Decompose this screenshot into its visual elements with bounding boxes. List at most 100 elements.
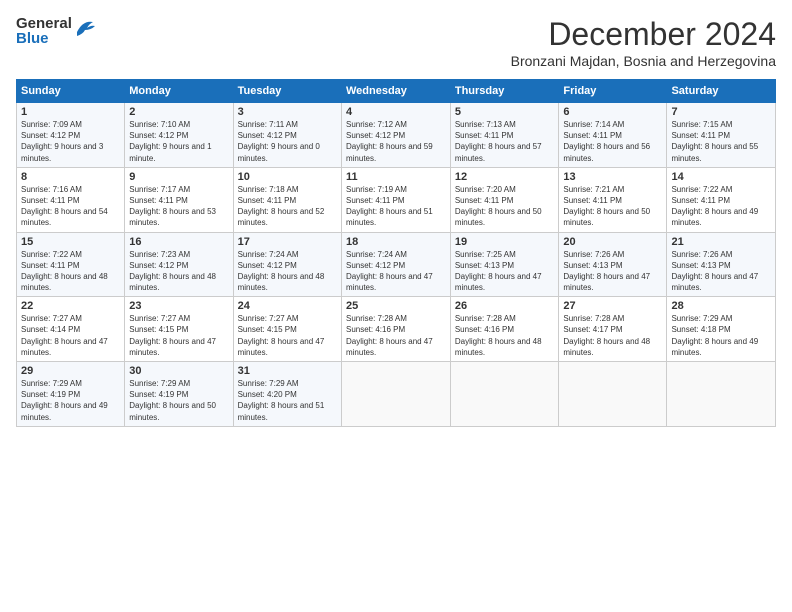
day-number: 30 — [129, 365, 228, 377]
day-info: Sunrise: 7:23 AMSunset: 4:12 PMDaylight:… — [129, 249, 228, 294]
day-number: 12 — [455, 171, 555, 183]
calendar-cell — [559, 362, 667, 427]
day-number: 17 — [238, 236, 337, 248]
day-info: Sunrise: 7:13 AMSunset: 4:11 PMDaylight:… — [455, 119, 555, 164]
calendar-cell: 30Sunrise: 7:29 AMSunset: 4:19 PMDayligh… — [125, 362, 233, 427]
calendar-cell: 16Sunrise: 7:23 AMSunset: 4:12 PMDayligh… — [125, 232, 233, 297]
day-number: 18 — [346, 236, 446, 248]
day-number: 10 — [238, 171, 337, 183]
logo-text: General Blue — [16, 16, 72, 46]
calendar-cell: 25Sunrise: 7:28 AMSunset: 4:16 PMDayligh… — [341, 297, 450, 362]
calendar-cell: 24Sunrise: 7:27 AMSunset: 4:15 PMDayligh… — [233, 297, 341, 362]
calendar-cell: 4Sunrise: 7:12 AMSunset: 4:12 PMDaylight… — [341, 103, 450, 168]
header-day-thursday: Thursday — [450, 80, 559, 103]
week-row-1: 1Sunrise: 7:09 AMSunset: 4:12 PMDaylight… — [17, 103, 776, 168]
day-number: 8 — [21, 171, 120, 183]
day-number: 29 — [21, 365, 120, 377]
day-number: 21 — [671, 236, 771, 248]
day-number: 2 — [129, 106, 228, 118]
calendar-cell: 20Sunrise: 7:26 AMSunset: 4:13 PMDayligh… — [559, 232, 667, 297]
logo-bird-icon — [75, 18, 97, 36]
day-info: Sunrise: 7:28 AMSunset: 4:16 PMDaylight:… — [346, 313, 446, 358]
day-info: Sunrise: 7:09 AMSunset: 4:12 PMDaylight:… — [21, 119, 120, 164]
calendar-cell: 18Sunrise: 7:24 AMSunset: 4:12 PMDayligh… — [341, 232, 450, 297]
day-info: Sunrise: 7:29 AMSunset: 4:19 PMDaylight:… — [129, 378, 228, 423]
calendar-cell: 22Sunrise: 7:27 AMSunset: 4:14 PMDayligh… — [17, 297, 125, 362]
calendar-cell: 27Sunrise: 7:28 AMSunset: 4:17 PMDayligh… — [559, 297, 667, 362]
day-info: Sunrise: 7:28 AMSunset: 4:16 PMDaylight:… — [455, 313, 555, 358]
calendar-cell: 6Sunrise: 7:14 AMSunset: 4:11 PMDaylight… — [559, 103, 667, 168]
day-number: 31 — [238, 365, 337, 377]
week-row-4: 22Sunrise: 7:27 AMSunset: 4:14 PMDayligh… — [17, 297, 776, 362]
day-info: Sunrise: 7:26 AMSunset: 4:13 PMDaylight:… — [671, 249, 771, 294]
header-day-monday: Monday — [125, 80, 233, 103]
week-row-2: 8Sunrise: 7:16 AMSunset: 4:11 PMDaylight… — [17, 167, 776, 232]
calendar-cell: 14Sunrise: 7:22 AMSunset: 4:11 PMDayligh… — [667, 167, 776, 232]
day-info: Sunrise: 7:29 AMSunset: 4:20 PMDaylight:… — [238, 378, 337, 423]
calendar-page: General Blue December 2024 Bronzani Majd… — [0, 0, 792, 612]
logo-general: General — [16, 16, 72, 31]
calendar-cell — [450, 362, 559, 427]
day-info: Sunrise: 7:17 AMSunset: 4:11 PMDaylight:… — [129, 184, 228, 229]
day-info: Sunrise: 7:18 AMSunset: 4:11 PMDaylight:… — [238, 184, 337, 229]
day-info: Sunrise: 7:28 AMSunset: 4:17 PMDaylight:… — [563, 313, 662, 358]
day-number: 6 — [563, 106, 662, 118]
day-info: Sunrise: 7:20 AMSunset: 4:11 PMDaylight:… — [455, 184, 555, 229]
calendar-cell: 8Sunrise: 7:16 AMSunset: 4:11 PMDaylight… — [17, 167, 125, 232]
day-info: Sunrise: 7:29 AMSunset: 4:19 PMDaylight:… — [21, 378, 120, 423]
day-number: 27 — [563, 300, 662, 312]
calendar-cell: 3Sunrise: 7:11 AMSunset: 4:12 PMDaylight… — [233, 103, 341, 168]
day-number: 7 — [671, 106, 771, 118]
calendar-body: 1Sunrise: 7:09 AMSunset: 4:12 PMDaylight… — [17, 103, 776, 427]
day-number: 26 — [455, 300, 555, 312]
day-info: Sunrise: 7:12 AMSunset: 4:12 PMDaylight:… — [346, 119, 446, 164]
calendar-cell — [341, 362, 450, 427]
calendar-cell: 7Sunrise: 7:15 AMSunset: 4:11 PMDaylight… — [667, 103, 776, 168]
day-number: 5 — [455, 106, 555, 118]
day-number: 13 — [563, 171, 662, 183]
logo: General Blue — [16, 16, 97, 46]
calendar-cell: 1Sunrise: 7:09 AMSunset: 4:12 PMDaylight… — [17, 103, 125, 168]
calendar-cell: 29Sunrise: 7:29 AMSunset: 4:19 PMDayligh… — [17, 362, 125, 427]
day-info: Sunrise: 7:22 AMSunset: 4:11 PMDaylight:… — [671, 184, 771, 229]
day-info: Sunrise: 7:26 AMSunset: 4:13 PMDaylight:… — [563, 249, 662, 294]
calendar-cell: 10Sunrise: 7:18 AMSunset: 4:11 PMDayligh… — [233, 167, 341, 232]
day-number: 20 — [563, 236, 662, 248]
header-day-saturday: Saturday — [667, 80, 776, 103]
day-number: 25 — [346, 300, 446, 312]
header-day-wednesday: Wednesday — [341, 80, 450, 103]
calendar-cell: 21Sunrise: 7:26 AMSunset: 4:13 PMDayligh… — [667, 232, 776, 297]
header-row: SundayMondayTuesdayWednesdayThursdayFrid… — [17, 80, 776, 103]
calendar-cell: 11Sunrise: 7:19 AMSunset: 4:11 PMDayligh… — [341, 167, 450, 232]
day-info: Sunrise: 7:27 AMSunset: 4:15 PMDaylight:… — [238, 313, 337, 358]
day-number: 3 — [238, 106, 337, 118]
day-number: 28 — [671, 300, 771, 312]
day-number: 15 — [21, 236, 120, 248]
month-title: December 2024 — [511, 16, 776, 53]
calendar-cell: 2Sunrise: 7:10 AMSunset: 4:12 PMDaylight… — [125, 103, 233, 168]
calendar-cell: 17Sunrise: 7:24 AMSunset: 4:12 PMDayligh… — [233, 232, 341, 297]
calendar-cell: 12Sunrise: 7:20 AMSunset: 4:11 PMDayligh… — [450, 167, 559, 232]
day-info: Sunrise: 7:24 AMSunset: 4:12 PMDaylight:… — [238, 249, 337, 294]
day-info: Sunrise: 7:27 AMSunset: 4:14 PMDaylight:… — [21, 313, 120, 358]
day-number: 9 — [129, 171, 228, 183]
day-info: Sunrise: 7:16 AMSunset: 4:11 PMDaylight:… — [21, 184, 120, 229]
day-number: 14 — [671, 171, 771, 183]
day-number: 19 — [455, 236, 555, 248]
calendar-table: SundayMondayTuesdayWednesdayThursdayFrid… — [16, 79, 776, 427]
day-info: Sunrise: 7:24 AMSunset: 4:12 PMDaylight:… — [346, 249, 446, 294]
calendar-cell: 28Sunrise: 7:29 AMSunset: 4:18 PMDayligh… — [667, 297, 776, 362]
subtitle: Bronzani Majdan, Bosnia and Herzegovina — [511, 53, 776, 69]
title-area: December 2024 Bronzani Majdan, Bosnia an… — [511, 16, 776, 69]
day-info: Sunrise: 7:21 AMSunset: 4:11 PMDaylight:… — [563, 184, 662, 229]
week-row-3: 15Sunrise: 7:22 AMSunset: 4:11 PMDayligh… — [17, 232, 776, 297]
calendar-header: SundayMondayTuesdayWednesdayThursdayFrid… — [17, 80, 776, 103]
header-day-friday: Friday — [559, 80, 667, 103]
calendar-cell: 23Sunrise: 7:27 AMSunset: 4:15 PMDayligh… — [125, 297, 233, 362]
calendar-cell: 13Sunrise: 7:21 AMSunset: 4:11 PMDayligh… — [559, 167, 667, 232]
day-info: Sunrise: 7:10 AMSunset: 4:12 PMDaylight:… — [129, 119, 228, 164]
day-number: 11 — [346, 171, 446, 183]
calendar-cell: 5Sunrise: 7:13 AMSunset: 4:11 PMDaylight… — [450, 103, 559, 168]
day-info: Sunrise: 7:29 AMSunset: 4:18 PMDaylight:… — [671, 313, 771, 358]
day-info: Sunrise: 7:22 AMSunset: 4:11 PMDaylight:… — [21, 249, 120, 294]
